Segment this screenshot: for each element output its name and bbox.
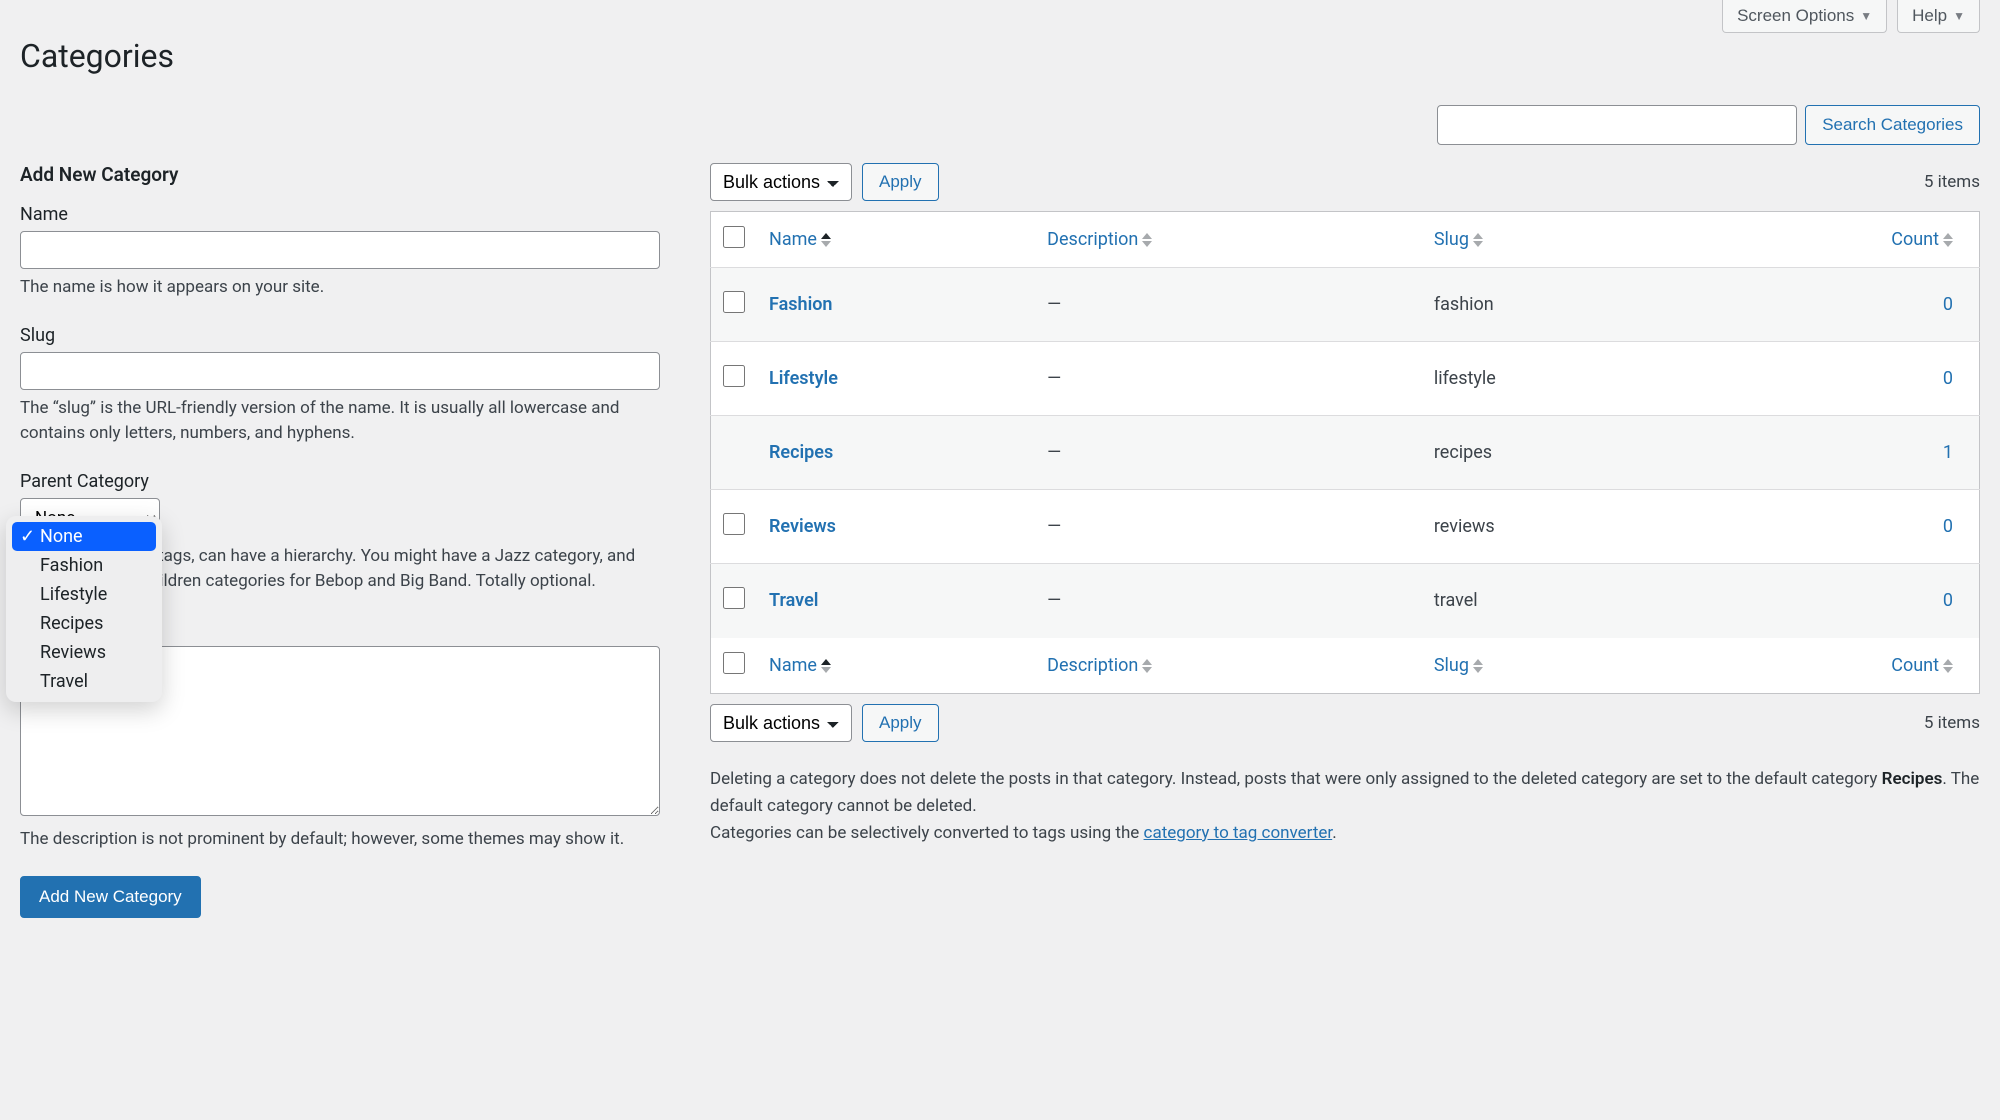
col-count-footer[interactable]: Count (1679, 638, 1979, 694)
category-to-tag-converter-link[interactable]: category to tag converter (1144, 823, 1333, 843)
parent-option[interactable]: None (12, 522, 156, 551)
category-count-link[interactable]: 0 (1943, 590, 1953, 611)
help-label: Help (1912, 6, 1947, 26)
parent-option[interactable]: Recipes (12, 609, 156, 638)
table-row: Reviews —reviews 0 (711, 490, 1980, 564)
sort-icon (1142, 659, 1152, 673)
category-description: — (1035, 342, 1422, 416)
add-new-heading: Add New Category (20, 163, 660, 186)
items-count-bottom: 5 items (1924, 713, 1980, 733)
category-slug: fashion (1422, 268, 1679, 342)
row-checkbox[interactable] (723, 587, 745, 609)
select-all-top[interactable] (723, 226, 745, 248)
category-count-link[interactable]: 0 (1943, 516, 1953, 537)
slug-hint: The “slug” is the URL-friendly version o… (20, 396, 660, 447)
col-slug-footer[interactable]: Slug (1422, 638, 1679, 694)
parent-option[interactable]: Reviews (12, 638, 156, 667)
add-new-category-button[interactable]: Add New Category (20, 876, 201, 918)
category-name-link[interactable]: Travel (769, 590, 818, 611)
parent-option[interactable]: Travel (12, 667, 156, 696)
col-description-footer[interactable]: Description (1035, 638, 1422, 694)
slug-input[interactable] (20, 352, 660, 390)
category-name-link[interactable]: Recipes (769, 442, 833, 463)
description-hint: The description is not prominent by defa… (20, 827, 660, 853)
category-slug: travel (1422, 564, 1679, 638)
slug-label: Slug (20, 325, 660, 346)
sort-icon (821, 659, 831, 673)
parent-category-dropdown: NoneFashionLifestyle RecipesReviewsTrave… (6, 516, 162, 702)
select-all-bottom[interactable] (723, 652, 745, 674)
triangle-down-icon: ▼ (1860, 9, 1872, 23)
table-row: Lifestyle —lifestyle 0 (711, 342, 1980, 416)
sort-icon (1943, 233, 1953, 247)
apply-button-top[interactable]: Apply (862, 163, 939, 201)
table-row: Fashion —fashion 0 (711, 268, 1980, 342)
sort-icon (1473, 659, 1483, 673)
col-name-footer[interactable]: Name (757, 638, 1035, 694)
category-description: — (1035, 564, 1422, 638)
bulk-actions-select-top[interactable]: Bulk actions (710, 163, 852, 201)
delete-info-text: Deleting a category does not delete the … (710, 766, 1980, 848)
row-checkbox[interactable] (723, 365, 745, 387)
categories-table: Name Description Slug Count Fashion—fash… (710, 211, 1980, 694)
category-name-link[interactable]: Reviews (769, 516, 836, 537)
category-description: — (1035, 490, 1422, 564)
name-hint: The name is how it appears on your site. (20, 275, 660, 301)
category-slug: lifestyle (1422, 342, 1679, 416)
parent-option[interactable]: Fashion (12, 551, 156, 580)
table-row: Travel —travel 0 (711, 564, 1980, 638)
search-categories-input[interactable] (1437, 105, 1797, 145)
sort-icon (1142, 233, 1152, 247)
screen-options-button[interactable]: Screen Options ▼ (1722, 0, 1887, 33)
category-description: — (1035, 416, 1422, 490)
col-count-header[interactable]: Count (1679, 212, 1979, 268)
category-description: — (1035, 268, 1422, 342)
bulk-actions-select-bottom[interactable]: Bulk actions (710, 704, 852, 742)
items-count-top: 5 items (1924, 172, 1980, 192)
search-categories-button[interactable]: Search Categories (1805, 105, 1980, 145)
category-count-link[interactable]: 0 (1943, 368, 1953, 389)
sort-icon (821, 233, 831, 247)
name-label: Name (20, 204, 660, 225)
row-checkbox[interactable] (723, 291, 745, 313)
category-count-link[interactable]: 1 (1943, 442, 1953, 463)
page-title: Categories (20, 37, 1980, 75)
category-name-link[interactable]: Lifestyle (769, 368, 838, 389)
col-description-header[interactable]: Description (1035, 212, 1422, 268)
help-button[interactable]: Help ▼ (1897, 0, 1980, 33)
sort-icon (1943, 659, 1953, 673)
parent-category-label: Parent Category (20, 471, 660, 492)
col-slug-header[interactable]: Slug (1422, 212, 1679, 268)
category-slug: reviews (1422, 490, 1679, 564)
parent-option[interactable]: Lifestyle (12, 580, 156, 609)
apply-button-bottom[interactable]: Apply (862, 704, 939, 742)
sort-icon (1473, 233, 1483, 247)
name-input[interactable] (20, 231, 660, 269)
screen-options-label: Screen Options (1737, 6, 1854, 26)
table-row: Recipes —recipes 1 (711, 416, 1980, 490)
category-name-link[interactable]: Fashion (769, 294, 832, 315)
col-name-header[interactable]: Name (757, 212, 1035, 268)
category-count-link[interactable]: 0 (1943, 294, 1953, 315)
row-checkbox[interactable] (723, 513, 745, 535)
triangle-down-icon: ▼ (1953, 9, 1965, 23)
category-slug: recipes (1422, 416, 1679, 490)
